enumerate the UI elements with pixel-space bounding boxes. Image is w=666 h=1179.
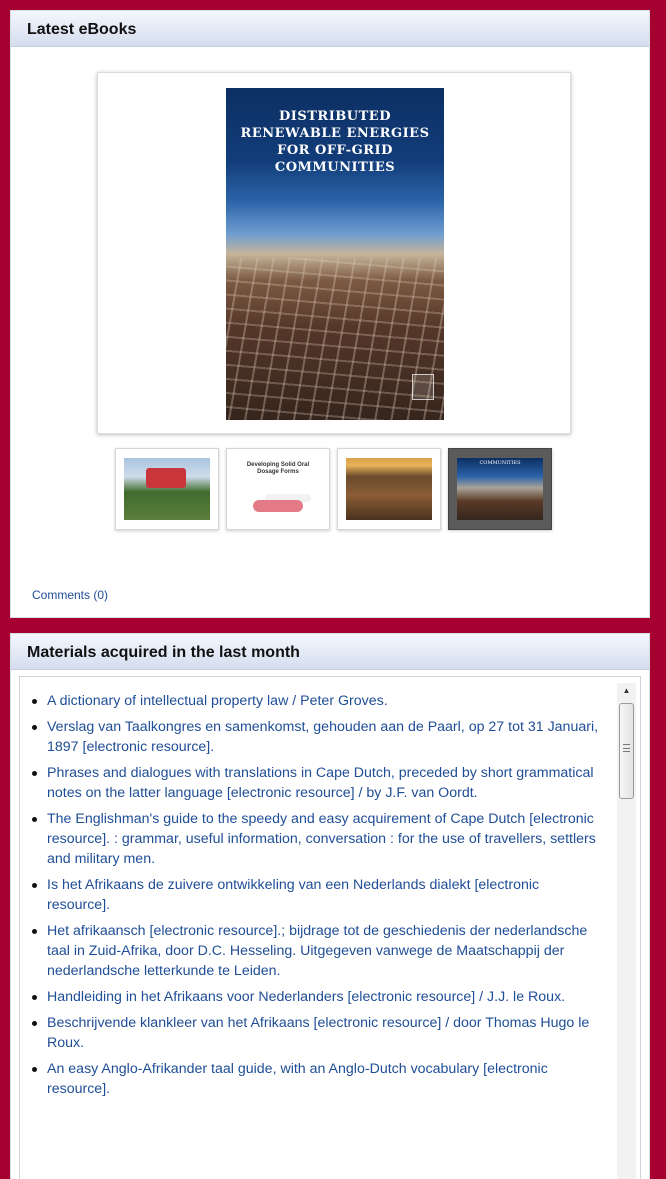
soil-image [346,458,432,520]
vertical-scrollbar[interactable]: ▲ [617,683,636,1179]
featured-ebook-cover[interactable]: DISTRIBUTED RENEWABLE ENERGIES FOR OFF-G… [226,88,444,420]
ebook-thumbnail-2[interactable]: Developing Solid Oral Dosage Forms [226,448,330,530]
list-item[interactable]: Is het Afrikaans de zuivere ontwikkeling… [30,875,604,915]
materials-acquired-panel: Materials acquired in the last month A d… [10,633,650,1179]
list-item[interactable]: Handleiding in het Afrikaans voor Nederl… [30,987,604,1007]
cover-title: DISTRIBUTED RENEWABLE ENERGIES FOR OFF-G… [240,109,430,175]
list-item[interactable]: Beschrijvende klankleer van het Afrikaan… [30,1013,604,1053]
materials-acquired-heading: Materials acquired in the last month [11,634,649,670]
scroll-up-arrow-icon[interactable]: ▲ [617,683,636,699]
thumbnail-2-title: Developing Solid Oral Dosage Forms [246,462,310,475]
ebook-thumbnail-1[interactable] [115,448,219,530]
list-item[interactable]: The Englishman's guide to the speedy and… [30,809,604,869]
list-item[interactable]: Verslag van Taalkongres en samenkomst, g… [30,717,604,757]
list-item[interactable]: A dictionary of intellectual property la… [30,691,604,711]
harvester-field-image [124,458,210,520]
thumbnail-4-title: COMMUNITIES [479,460,521,466]
list-item[interactable]: Het afrikaansch [electronic resource].; … [30,921,604,981]
list-item[interactable]: Phrases and dialogues with translations … [30,763,604,803]
solar-field-image: COMMUNITIES [457,458,543,520]
grip-icon [623,744,630,752]
latest-ebooks-panel: Latest eBooks DISTRIBUTED RENEWABLE ENER… [10,10,650,618]
latest-ebooks-heading: Latest eBooks [11,11,649,47]
scrollbar-thumb[interactable] [619,703,634,799]
materials-list: A dictionary of intellectual property la… [30,691,604,1105]
ebook-thumbnail-3[interactable] [337,448,441,530]
pills-image: Developing Solid Oral Dosage Forms [235,458,321,520]
materials-list-container: A dictionary of intellectual property la… [19,676,641,1179]
featured-ebook-frame: DISTRIBUTED RENEWABLE ENERGIES FOR OFF-G… [97,72,571,434]
comments-link[interactable]: Comments (0) [32,588,108,602]
publisher-logo-icon [412,374,434,400]
ebook-thumbnail-4-selected[interactable]: COMMUNITIES [448,448,552,530]
list-item[interactable]: An easy Anglo-Afrikander taal guide, wit… [30,1059,604,1099]
